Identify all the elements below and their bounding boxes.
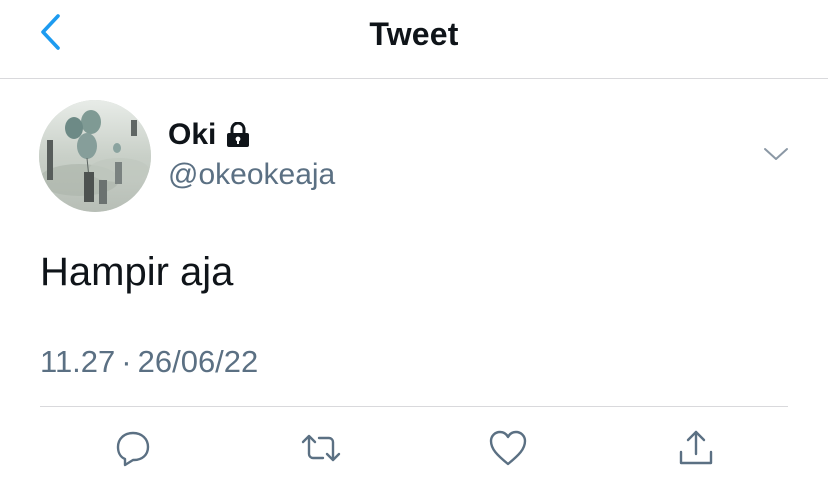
meta-separator: · [121, 344, 132, 379]
divider [40, 406, 788, 407]
tweet-menu-button[interactable] [760, 142, 792, 170]
reply-icon [113, 428, 153, 473]
action-bar [0, 426, 828, 476]
retweet-icon [299, 428, 343, 473]
author-name[interactable]: Oki [168, 118, 216, 152]
lock-icon [224, 122, 252, 148]
author-handle[interactable]: @okeokeaja [168, 158, 335, 192]
share-button[interactable] [672, 426, 720, 474]
reply-button[interactable] [109, 426, 157, 474]
avatar[interactable] [39, 100, 151, 212]
chevron-down-icon [762, 146, 790, 167]
page-title: Tweet [369, 16, 459, 52]
share-icon [676, 428, 716, 473]
like-icon [488, 429, 528, 472]
tweet-time: 11.27 [40, 344, 116, 379]
tweet-date: 26/06/22 [137, 344, 259, 379]
author-name-row: Oki [168, 118, 252, 152]
like-button[interactable] [484, 426, 532, 474]
tweet-text: Hampir aja [40, 250, 234, 294]
tweet-timestamp: 11.27 · 26/06/22 [40, 344, 258, 380]
header-bar: Tweet [0, 0, 828, 79]
retweet-button[interactable] [297, 426, 345, 474]
